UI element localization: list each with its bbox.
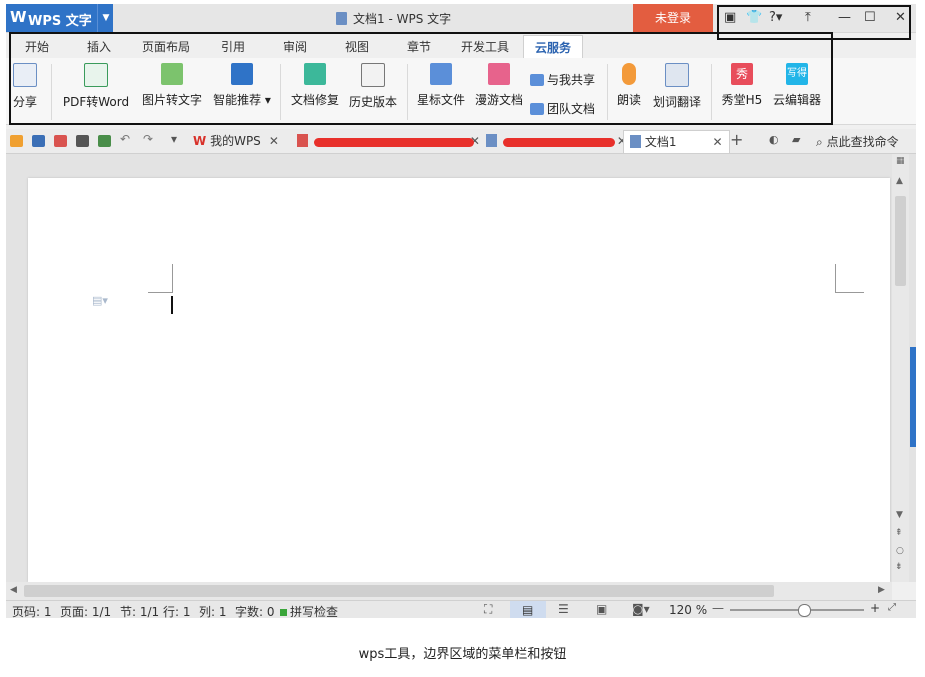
scroll-up-icon[interactable]: ▲ — [896, 176, 903, 186]
margin-corner-top-right — [835, 264, 864, 293]
reading-mode-icon[interactable]: ◙▾ — [632, 602, 650, 616]
margin-corner-top-left — [148, 264, 173, 293]
redo-icon[interactable]: ↷ — [143, 132, 153, 146]
status-section: 节: 1/1 — [120, 605, 160, 618]
wps-logo-icon: W — [10, 8, 27, 26]
spell-check-label: 拼写检查 — [290, 605, 339, 618]
document-workspace: ▤▾ — [6, 154, 916, 582]
wps-logo-icon: W — [193, 134, 207, 148]
window-title: 文档1 - WPS 文字 — [336, 10, 451, 27]
split-view-icon[interactable]: ▦ — [896, 156, 905, 166]
vertical-scrollbar[interactable]: ▦ ▲ ▼ ⇞ ○ ⇟ — [892, 154, 909, 582]
share-doc-icon[interactable]: ▰ — [792, 133, 800, 146]
command-search[interactable]: ⌕ 点此查找命令 — [816, 133, 899, 150]
export-pdf-icon[interactable] — [54, 135, 67, 147]
scroll-left-icon[interactable]: ◀ — [10, 585, 17, 595]
horizontal-scrollbar[interactable]: ◀ ▶ — [6, 582, 892, 600]
zoom-level[interactable]: 120 % — [669, 603, 707, 617]
search-icon: ⌕ — [816, 135, 823, 149]
status-bar: 页码: 1 页面: 1/1 节: 1/1 行: 1 列: 1 字数: 0 拼写检… — [6, 600, 916, 618]
tab-doc1[interactable]: 文档1 ✕ — [623, 130, 730, 153]
tab-doc1-label: 文档1 — [644, 135, 677, 149]
open-folder-icon[interactable] — [10, 135, 23, 147]
zoom-slider-handle[interactable] — [797, 604, 811, 617]
document-title: 文档1 - WPS 文字 — [353, 12, 452, 26]
document-icon — [630, 135, 641, 148]
login-button[interactable]: 未登录 — [633, 4, 713, 32]
spell-check-indicator-icon — [280, 609, 287, 616]
page-view-button[interactable]: ▤ — [510, 601, 546, 618]
document-icon — [336, 12, 347, 25]
status-page: 页码: 1 — [12, 605, 52, 618]
ribbon-highlight-box — [9, 32, 833, 125]
next-page-icon[interactable]: ⇟ — [895, 562, 903, 572]
zoom-in-icon[interactable]: + — [870, 601, 880, 615]
page-view-icon: ▤ — [522, 603, 534, 617]
zoom-out-icon[interactable]: — — [712, 601, 724, 615]
app-name: WPS 文字 — [28, 14, 92, 29]
spell-check-toggle[interactable]: 拼写检查 — [280, 603, 338, 618]
app-menu-chevron-down-icon[interactable]: ▼ — [97, 4, 114, 32]
close-tab-icon[interactable]: ✕ — [269, 134, 279, 148]
scroll-down-icon[interactable]: ▼ — [896, 510, 903, 520]
new-tab-icon[interactable]: + — [730, 130, 743, 149]
undo-icon[interactable]: ↶ — [120, 132, 130, 146]
backup-icon[interactable]: ◐ — [769, 133, 779, 146]
print-preview-icon[interactable] — [98, 135, 111, 147]
redaction-mark — [503, 138, 615, 147]
wps-window: W WPS 文字 ▼ 文档1 - WPS 文字 未登录 ▣ 👕 ?▾ ⤒ — ☐… — [6, 4, 916, 618]
command-search-label: 点此查找命令 — [826, 135, 899, 149]
document-page[interactable]: ▤▾ — [28, 178, 890, 582]
tab-my-wps[interactable]: W 我的WPS ✕ — [193, 130, 279, 152]
scroll-right-icon[interactable]: ▶ — [878, 585, 885, 595]
quick-access-dropdown-icon[interactable]: ▾ — [171, 132, 177, 146]
zoom-slider[interactable] — [730, 604, 864, 617]
horizontal-scroll-thumb[interactable] — [24, 585, 774, 597]
pdf-icon — [297, 134, 308, 147]
web-view-icon[interactable]: ▣ — [596, 602, 607, 616]
redaction-mark — [314, 138, 474, 147]
window-controls-highlight-box — [717, 5, 911, 40]
status-column: 列: 1 — [199, 605, 227, 618]
print-icon[interactable] — [76, 135, 89, 147]
select-browse-object-icon[interactable]: ○ — [896, 546, 904, 556]
status-word-count[interactable]: 字数: 0 — [235, 603, 275, 618]
full-screen-icon[interactable]: ⛶ — [484, 602, 492, 617]
outline-view-icon[interactable]: ☰ — [558, 602, 569, 616]
status-row: 行: 1 — [163, 605, 191, 618]
text-cursor — [171, 296, 173, 314]
side-panel-toggle[interactable] — [910, 347, 916, 447]
vertical-scroll-thumb[interactable] — [895, 196, 906, 286]
wps-app-menu[interactable]: W WPS 文字 ▼ — [6, 4, 113, 32]
image-caption: wps工具，边界区域的菜单栏和按钮 — [358, 647, 567, 662]
document-icon — [486, 134, 497, 147]
previous-page-icon[interactable]: ⇞ — [895, 528, 903, 538]
close-tab-icon[interactable]: ✕ — [712, 135, 722, 149]
tab-my-wps-label: 我的WPS — [210, 134, 261, 148]
paragraph-layout-icon[interactable]: ▤▾ — [92, 294, 108, 307]
save-icon[interactable] — [32, 135, 45, 147]
status-pages: 页面: 1/1 — [60, 605, 112, 618]
fit-window-icon[interactable]: ⤢ — [888, 602, 896, 613]
quick-access-bar: ↶ ↷ ▾ W 我的WPS ✕ ✕ ✕ 文档1 ✕ + ◐ ▰ ⌕ 点此查找命令 — [6, 129, 916, 154]
